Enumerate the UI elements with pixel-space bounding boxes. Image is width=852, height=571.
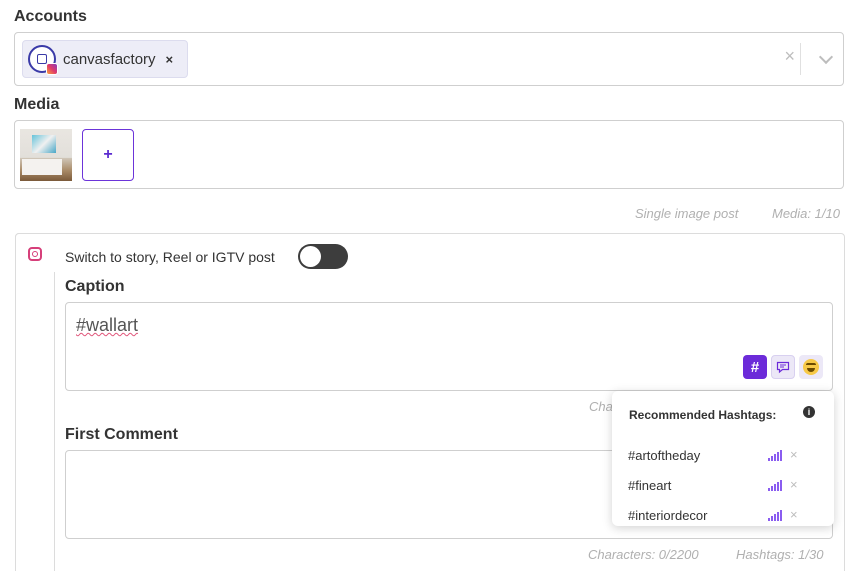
clear-accounts-icon[interactable]: × [784, 46, 795, 67]
account-chip-label: canvasfactory [63, 50, 156, 68]
dismiss-hashtag-icon[interactable]: × [790, 447, 798, 462]
caption-counter-partial: Cha [589, 399, 613, 414]
canvas-logo-icon [37, 54, 47, 64]
info-icon[interactable]: i [803, 406, 815, 418]
caption-label: Caption [65, 278, 125, 295]
media-thumbnail[interactable] [20, 129, 72, 181]
hashtag-suggestion[interactable]: #interiordecor × [628, 505, 818, 525]
chevron-down-icon[interactable] [818, 49, 834, 65]
hashtag-button[interactable]: # [743, 355, 767, 379]
popularity-bars-icon [768, 480, 784, 491]
accounts-select[interactable]: canvasfactory × × [14, 32, 844, 86]
account-chip-canvasfactory: canvasfactory × [22, 40, 188, 78]
wall-art-image [32, 135, 56, 153]
speech-bubble-icon[interactable] [771, 355, 795, 379]
bed-image [22, 159, 62, 175]
hashtag-suggestion[interactable]: #artoftheday × [628, 445, 818, 465]
hashtag-text[interactable]: #interiordecor [628, 508, 708, 523]
caption-text: #wallart [76, 315, 138, 336]
divider [800, 43, 801, 75]
remove-account-icon[interactable]: × [166, 52, 174, 67]
hashtag-suggestion[interactable]: #fineart × [628, 475, 818, 495]
caption-textarea[interactable]: #wallart # [65, 302, 833, 391]
media-area: + [14, 120, 844, 189]
media-type-info: Single image post [635, 206, 739, 221]
accounts-label: Accounts [14, 8, 87, 25]
dismiss-hashtag-icon[interactable]: × [790, 477, 798, 492]
first-comment-label: First Comment [65, 426, 178, 443]
story-switch-label: Switch to story, Reel or IGTV post [65, 249, 275, 265]
toggle-knob [300, 246, 321, 267]
instagram-icon [28, 247, 42, 261]
emoji-button[interactable] [799, 355, 823, 379]
hashtag-text[interactable]: #artoftheday [628, 448, 700, 463]
avatar [28, 45, 58, 75]
panel-divider [54, 272, 55, 571]
popularity-bars-icon [768, 510, 784, 521]
dismiss-hashtag-icon[interactable]: × [790, 507, 798, 522]
add-media-button[interactable]: + [82, 129, 134, 181]
comment-svg [776, 361, 790, 373]
hashtag-text[interactable]: #fineart [628, 478, 671, 493]
recommended-hashtags-popover: Recommended Hashtags: i #artoftheday × #… [612, 391, 834, 526]
media-label: Media [14, 96, 60, 113]
media-count-info: Media: 1/10 [772, 206, 840, 221]
smile-emoji-icon [803, 359, 819, 375]
story-reel-toggle[interactable] [298, 244, 348, 269]
caption-value: #wallart [76, 315, 139, 335]
hashtags-info: Hashtags: 1/30 [736, 547, 824, 562]
popover-title: Recommended Hashtags: [629, 408, 777, 422]
popularity-bars-icon [768, 450, 784, 461]
characters-info: Characters: 0/2200 [588, 547, 699, 562]
instagram-badge-icon [46, 63, 58, 75]
